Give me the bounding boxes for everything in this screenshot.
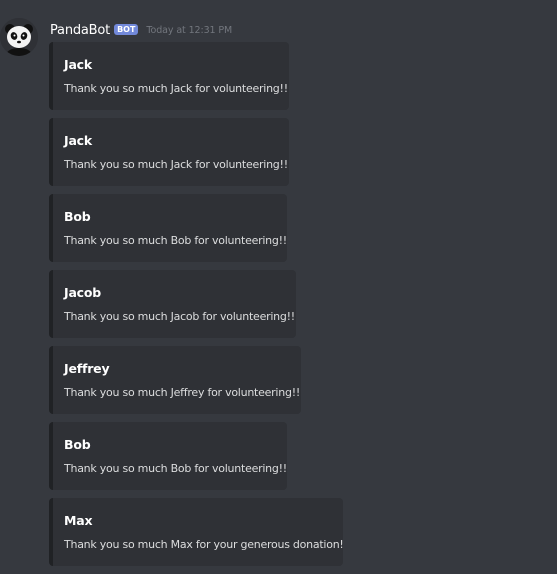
- bot-badge: BOT: [114, 23, 139, 35]
- embed-description: Thank you so much Jeffrey for volunteeri…: [64, 386, 301, 399]
- embed-description: Thank you so much Jack for volunteering!…: [64, 82, 288, 95]
- chat-message: PandaBot BOT Today at 12:31 PM Jack Than…: [0, 0, 557, 573]
- embed-title: Jeffrey: [64, 361, 110, 376]
- embed-card: Bob Thank you so much Bob for volunteeri…: [49, 422, 287, 490]
- embed-description: Thank you so much Bob for volunteering!!: [64, 234, 287, 247]
- username[interactable]: PandaBot: [50, 23, 110, 38]
- embed-description: Thank you so much Jacob for volunteering…: [64, 310, 295, 323]
- embed-card: Max Thank you so much Max for your gener…: [49, 498, 344, 566]
- embed-title: Max: [64, 513, 93, 528]
- embed-title: Bob: [64, 209, 91, 224]
- embed-title: Jack: [64, 133, 93, 148]
- embed-title: Jack: [64, 57, 93, 72]
- embed-card: Jack Thank you so much Jack for voluntee…: [49, 118, 289, 186]
- embed-description: Thank you so much Jack for volunteering!…: [64, 158, 288, 171]
- embed-title: Bob: [64, 437, 91, 452]
- timestamp[interactable]: Today at 12:31 PM: [146, 25, 232, 36]
- embed-list: Jack Thank you so much Jack for voluntee…: [49, 42, 369, 574]
- embed-description: Thank you so much Max for your generous …: [64, 538, 344, 551]
- embed-title: Jacob: [64, 285, 102, 300]
- embed-description: Thank you so much Bob for volunteering!!: [64, 462, 287, 475]
- embed-card: Bob Thank you so much Bob for volunteeri…: [49, 194, 287, 262]
- embed-card: Jeffrey Thank you so much Jeffrey for vo…: [49, 346, 301, 414]
- embed-card: Jacob Thank you so much Jacob for volunt…: [49, 270, 296, 338]
- message-header: PandaBot BOT Today at 12:31 PM: [50, 21, 232, 39]
- embed-card: Jack Thank you so much Jack for voluntee…: [49, 42, 289, 110]
- panda-avatar-icon[interactable]: [0, 18, 38, 56]
